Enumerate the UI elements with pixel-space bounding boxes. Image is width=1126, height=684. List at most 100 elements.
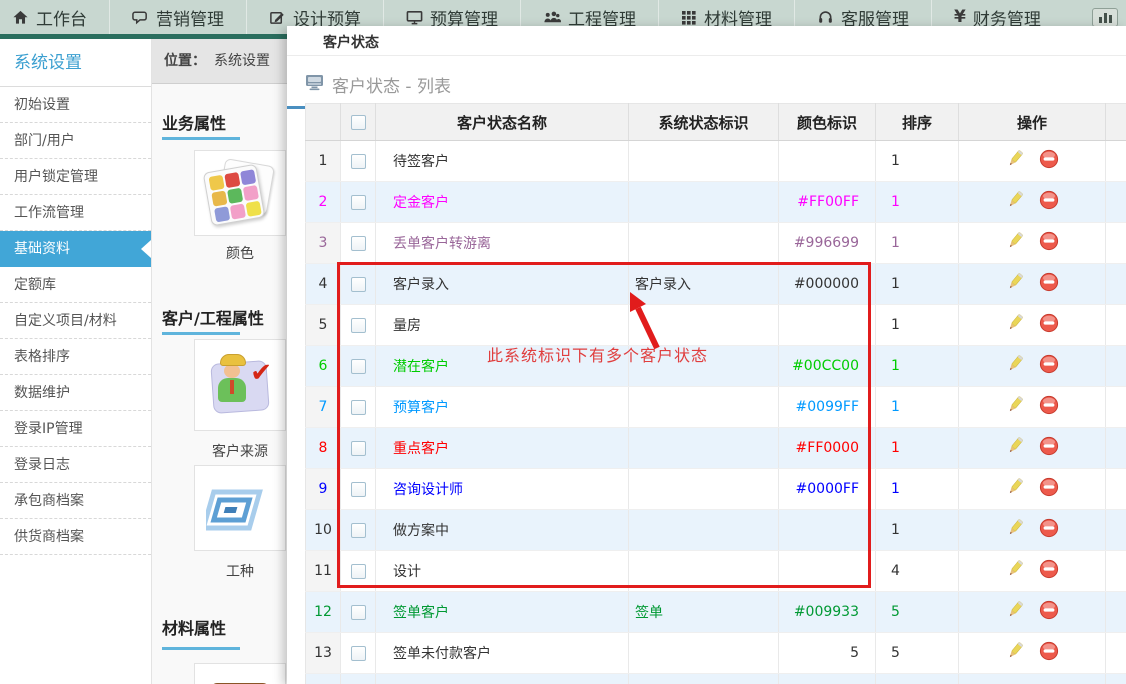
pencil-edit-icon[interactable] [1005, 559, 1025, 583]
delete-minus-icon[interactable] [1039, 436, 1059, 460]
delete-minus-icon[interactable] [1039, 600, 1059, 624]
pencil-edit-icon[interactable] [1005, 190, 1025, 214]
row-number: 6 [306, 346, 341, 387]
tile-work-type[interactable] [194, 465, 286, 551]
row-checkbox-cell [341, 387, 376, 428]
sidebar-item-quota-library[interactable]: 定额库 [0, 267, 151, 303]
yen-icon: ¥ [954, 7, 966, 27]
spacer-cell [1106, 592, 1126, 633]
spacer-cell [1106, 428, 1126, 469]
actions-cell [959, 633, 1106, 674]
row-number: 8 [306, 428, 341, 469]
sidebar-item-custom-project-material[interactable]: 自定义项目/材料 [0, 303, 151, 339]
pencil-edit-icon[interactable] [1005, 641, 1025, 665]
color-flag-cell: #0099FF [779, 387, 876, 428]
sidebar-item-user-lock[interactable]: 用户锁定管理 [0, 159, 151, 195]
row-checkbox[interactable] [351, 154, 366, 169]
tile-customer-source[interactable]: ✔ [194, 339, 286, 431]
sort-cell: 1 [876, 510, 959, 551]
row-checkbox[interactable] [351, 318, 366, 333]
sidebar-item-departments-users[interactable]: 部门/用户 [0, 123, 151, 159]
system-flag-cell [629, 551, 779, 592]
sort-cell: 1 [876, 428, 959, 469]
spacer-cell [1106, 510, 1126, 551]
sidebar-item-login-ip[interactable]: 登录IP管理 [0, 411, 151, 447]
edit-icon [269, 9, 286, 26]
row-number: 1 [306, 141, 341, 182]
delete-minus-icon[interactable] [1039, 477, 1059, 501]
pencil-edit-icon[interactable] [1005, 518, 1025, 542]
actions-cell [959, 264, 1106, 305]
header-spacer [1106, 104, 1126, 141]
sidebar-item-initial-settings[interactable]: 初始设置 [0, 87, 151, 123]
actions-cell [959, 305, 1106, 346]
section-underline [162, 647, 240, 650]
sidebar-item-contractor-archive[interactable]: 承包商档案 [0, 483, 151, 519]
table-row: 3丢单客户转游离#9966991 [306, 223, 1126, 264]
sidebar-item-basic-data[interactable]: 基础资料 [0, 231, 151, 267]
delete-minus-icon[interactable] [1039, 190, 1059, 214]
delete-minus-icon[interactable] [1039, 354, 1059, 378]
row-checkbox-cell [341, 469, 376, 510]
nav-item-marketing[interactable]: 营销管理 [109, 0, 246, 34]
tile-material[interactable] [194, 663, 286, 684]
status-name-cell: 客户录入 [376, 264, 629, 305]
row-checkbox[interactable] [351, 482, 366, 497]
color-flag-cell: #996699 [779, 223, 876, 264]
tile-label-customer-source: 客户来源 [194, 441, 286, 461]
header-row-number [306, 104, 341, 141]
pencil-edit-icon[interactable] [1005, 354, 1025, 378]
delete-minus-icon[interactable] [1039, 641, 1059, 665]
status-name-cell: 重点客户 [376, 428, 629, 469]
system-flag-cell [629, 428, 779, 469]
sidebar-item-supplier-archive[interactable]: 供货商档案 [0, 519, 151, 555]
pencil-edit-icon[interactable] [1005, 149, 1025, 173]
delete-minus-icon[interactable] [1039, 395, 1059, 419]
delete-minus-icon[interactable] [1039, 559, 1059, 583]
spacer-cell [1106, 141, 1126, 182]
delete-minus-icon[interactable] [1039, 231, 1059, 255]
row-checkbox[interactable] [351, 564, 366, 579]
row-number: 11 [306, 551, 341, 592]
list-header: 客户状态 - 列表 [287, 56, 1126, 97]
row-checkbox[interactable] [351, 277, 366, 292]
row-checkbox[interactable] [351, 523, 366, 538]
delete-minus-icon[interactable] [1039, 313, 1059, 337]
sidebar-item-data-maintenance[interactable]: 数据维护 [0, 375, 151, 411]
row-number: 5 [306, 305, 341, 346]
row-checkbox[interactable] [351, 400, 366, 415]
pencil-edit-icon[interactable] [1005, 600, 1025, 624]
delete-minus-icon[interactable] [1039, 518, 1059, 542]
nav-item-workbench[interactable]: 工作台 [0, 0, 109, 34]
actions-cell [959, 592, 1106, 633]
sort-cell: 1 [876, 182, 959, 223]
sidebar-item-login-log[interactable]: 登录日志 [0, 447, 151, 483]
sidebar-item-table-sort[interactable]: 表格排序 [0, 339, 151, 375]
row-checkbox[interactable] [351, 605, 366, 620]
delete-minus-icon[interactable] [1039, 149, 1059, 173]
row-checkbox[interactable] [351, 441, 366, 456]
pencil-edit-icon[interactable] [1005, 272, 1025, 296]
delete-minus-icon[interactable] [1039, 272, 1059, 296]
pencil-edit-icon[interactable] [1005, 395, 1025, 419]
select-all-checkbox[interactable] [351, 115, 366, 130]
actions-cell [959, 346, 1106, 387]
pencil-edit-icon[interactable] [1005, 231, 1025, 255]
grid-icon [681, 9, 697, 25]
row-checkbox-cell [341, 551, 376, 592]
pencil-edit-icon[interactable] [1005, 313, 1025, 337]
section-title-customer-project: 客户/工程属性 [152, 305, 287, 329]
row-checkbox-cell [341, 592, 376, 633]
actions-cell [959, 551, 1106, 592]
sort-cell: 1 [876, 141, 959, 182]
row-checkbox[interactable] [351, 646, 366, 661]
table-row: 9咨询设计师#0000FF1 [306, 469, 1126, 510]
row-checkbox[interactable] [351, 195, 366, 210]
tile-color[interactable] [194, 150, 286, 236]
bar-chart-icon[interactable] [1092, 8, 1118, 27]
pencil-edit-icon[interactable] [1005, 477, 1025, 501]
row-checkbox[interactable] [351, 359, 366, 374]
row-checkbox[interactable] [351, 236, 366, 251]
pencil-edit-icon[interactable] [1005, 436, 1025, 460]
sidebar-item-workflow[interactable]: 工作流管理 [0, 195, 151, 231]
